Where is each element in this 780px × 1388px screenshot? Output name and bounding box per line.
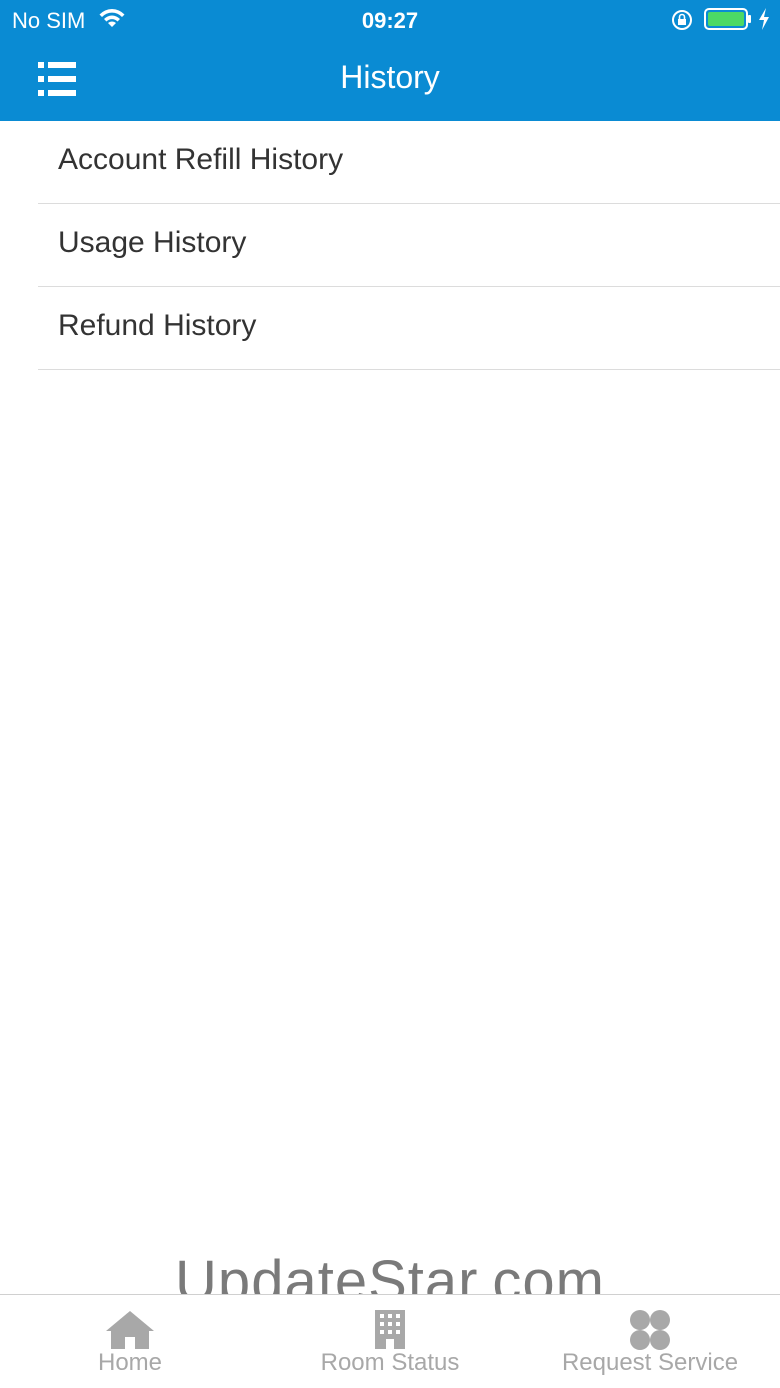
refund-history-item[interactable]: Refund History [38, 287, 780, 370]
tab-home[interactable]: Home [30, 1295, 230, 1388]
list-item-label: Account Refill History [58, 143, 344, 176]
status-time: 09:27 [361, 8, 419, 33]
rotation-lock-icon [670, 8, 694, 37]
page-title: History [340, 59, 440, 95]
account-refill-history-item[interactable]: Account Refill History [38, 121, 780, 204]
history-list: Account Refill History Usage History Ref… [0, 121, 780, 370]
tab-bar: Home Room Status Request Service [0, 1294, 780, 1388]
nav-bar: History [0, 40, 780, 121]
charging-icon [757, 7, 771, 36]
list-item-label: Refund History [58, 309, 257, 342]
tab-room-status[interactable]: Room Status [290, 1295, 490, 1388]
usage-history-item[interactable]: Usage History [38, 204, 780, 287]
building-icon [374, 1309, 406, 1354]
tab-label: Room Status [320, 1349, 460, 1376]
list-item-label: Usage History [58, 226, 247, 259]
tab-label: Request Service [561, 1349, 739, 1376]
status-bar: No SIM 09:27 [0, 0, 780, 40]
tab-request-service[interactable]: Request Service [540, 1295, 760, 1388]
tab-label: Home [97, 1349, 163, 1376]
battery-icon [704, 8, 752, 35]
home-icon [104, 1309, 156, 1354]
